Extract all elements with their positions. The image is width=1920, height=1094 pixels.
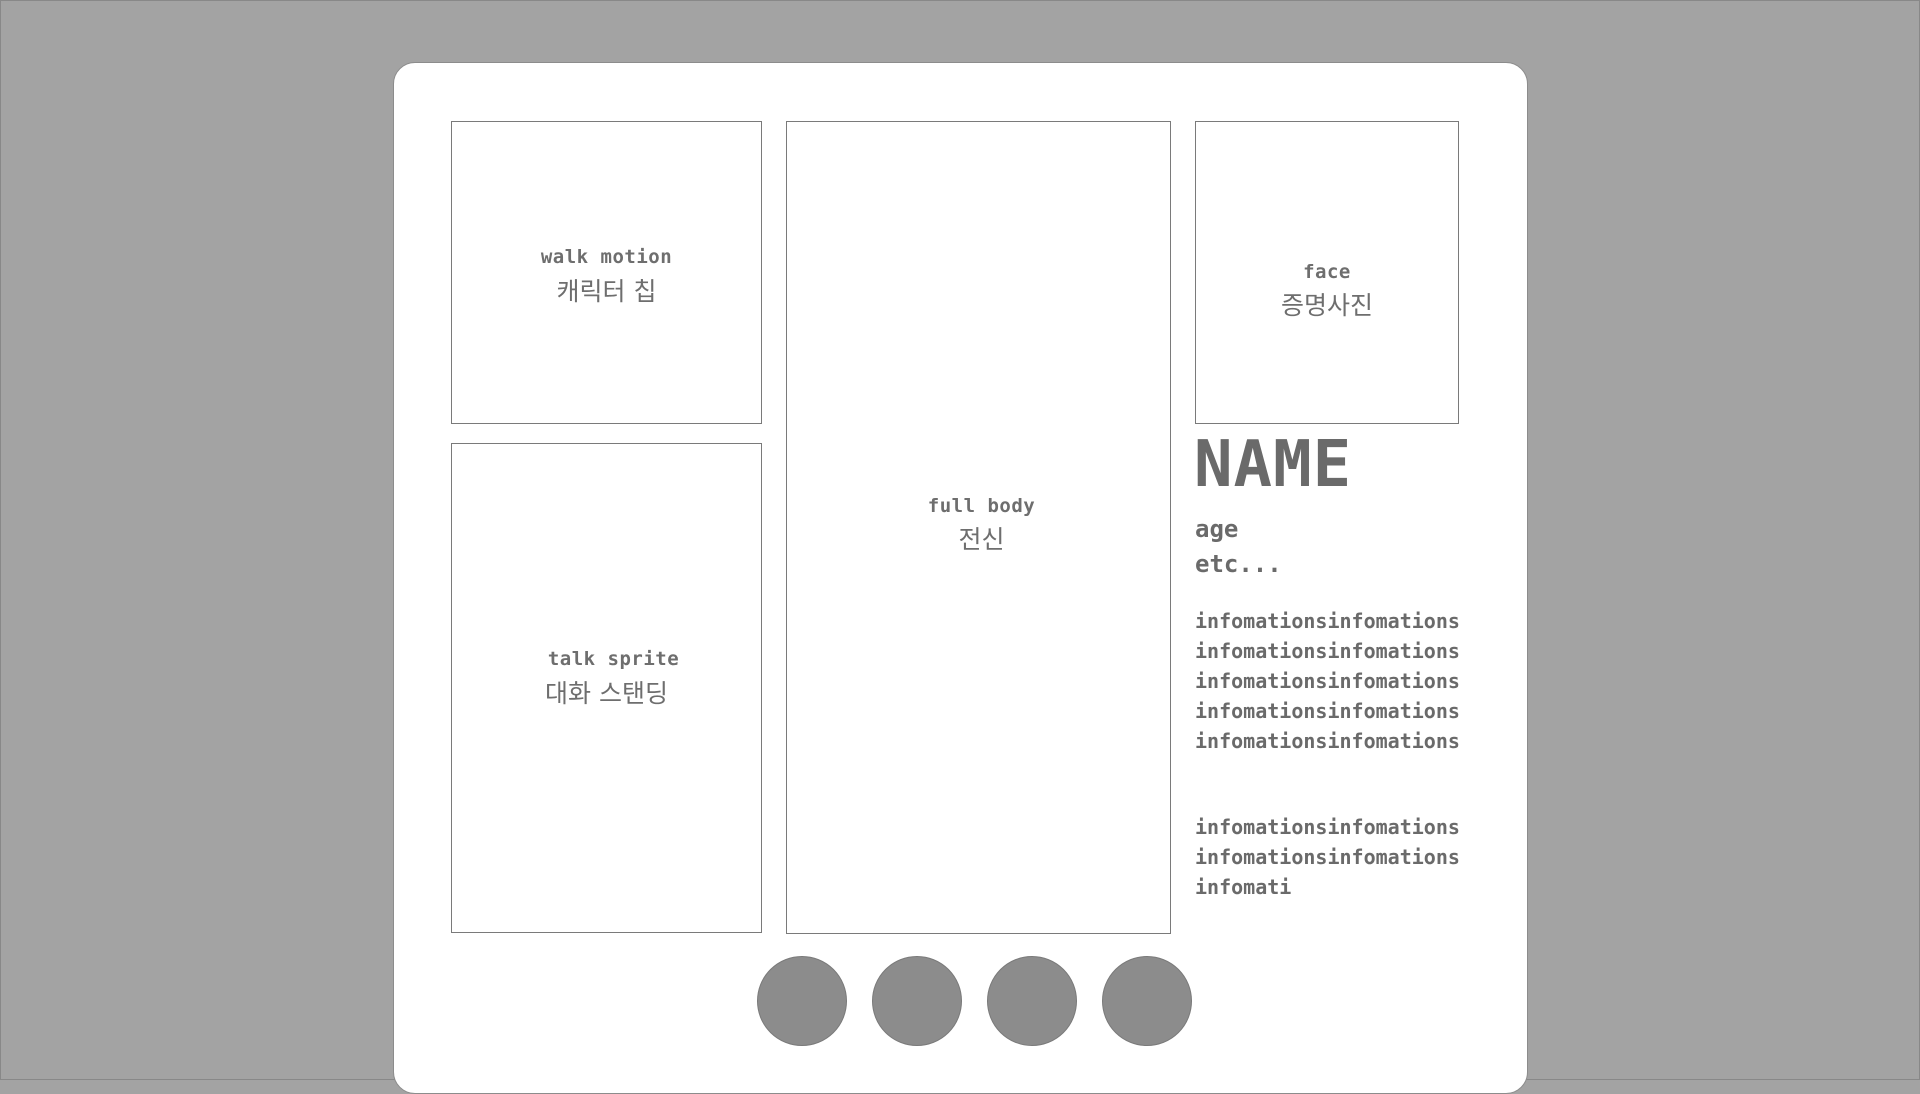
character-etc: etc... xyxy=(1195,550,1282,578)
character-age: age xyxy=(1195,515,1239,543)
walk-motion-panel[interactable]: walk motion 캐릭터 칩 xyxy=(451,121,762,424)
page-button-2[interactable] xyxy=(872,956,962,1046)
talk-sprite-sublabel: 대화 스탠딩 xyxy=(545,679,668,708)
info-paragraph-2: infomationsinfomationsinfomationsinfomat… xyxy=(1195,815,1460,899)
face-sublabel: 증명사진 xyxy=(1280,291,1373,320)
face-panel[interactable]: face 증명사진 xyxy=(1195,121,1459,424)
full-body-panel[interactable]: full body 전신 xyxy=(786,121,1171,934)
info-paragraph-1: infomationsinfomationsinfomationsinfomat… xyxy=(1195,609,1460,753)
face-label: face xyxy=(1303,261,1351,283)
character-name: NAME xyxy=(1194,428,1353,502)
page-button-1[interactable] xyxy=(757,956,847,1046)
full-body-label: full body xyxy=(927,495,1036,517)
page-button-4[interactable] xyxy=(1102,956,1192,1046)
walk-motion-sublabel: 캐릭터 칩 xyxy=(556,277,657,306)
walk-motion-label: walk motion xyxy=(540,246,673,268)
page-button-3[interactable] xyxy=(987,956,1077,1046)
talk-sprite-label: talk sprite xyxy=(547,648,680,670)
full-body-sublabel: 전신 xyxy=(958,525,1005,554)
talk-sprite-panel[interactable]: talk sprite 대화 스탠딩 xyxy=(451,443,762,933)
